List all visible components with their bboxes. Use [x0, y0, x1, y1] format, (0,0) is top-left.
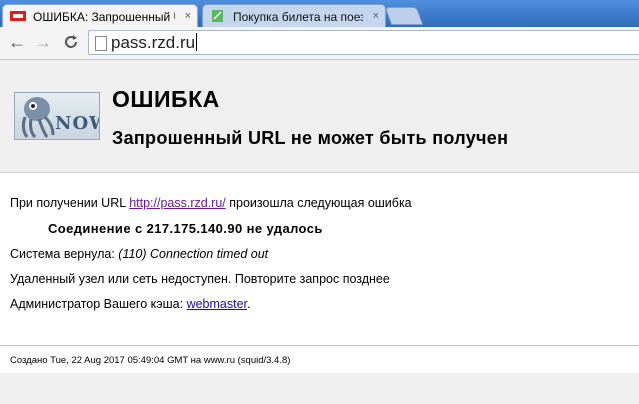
close-icon[interactable]: ×: [185, 6, 191, 26]
squid-icon: [21, 97, 55, 139]
back-button[interactable]: ←: [6, 31, 28, 53]
divider: [0, 345, 639, 346]
tab-title: ОШИБКА: Запрошенный URL: [33, 10, 175, 24]
tab-title: Покупка билета на поезд: [233, 10, 363, 24]
rzd-icon: [10, 11, 26, 21]
page-title: ОШИБКА: [112, 86, 220, 112]
reload-icon: [65, 35, 77, 48]
page-icon: [95, 36, 107, 51]
url-text: pass.rzd.ru: [111, 33, 198, 52]
system-message: Система вернула: (110) Connection timed …: [10, 247, 269, 261]
tab-ticket[interactable]: Покупка билета на поезд ×: [202, 4, 386, 27]
browser-toolbar: ← → pass.rzd.ru: [0, 27, 639, 60]
error-header: NOW ОШИБКА Запрошенный URL не может быть…: [0, 60, 639, 173]
host-unreachable-message: Удаленный узел или сеть недоступен. Повт…: [10, 272, 390, 286]
logo-text: NOW: [55, 113, 99, 134]
requested-url-link[interactable]: http://pass.rzd.ru/: [129, 196, 226, 210]
document-icon: [212, 10, 223, 22]
admin-contact: Администратор Вашего кэша: webmaster.: [10, 297, 251, 311]
tab-strip: ОШИБКА: Запрошенный URL × Покупка билета…: [0, 0, 639, 27]
error-intro: При получении URL http://pass.rzd.ru/ пр…: [10, 196, 412, 210]
forward-button[interactable]: →: [32, 31, 54, 53]
footer-band: [0, 373, 639, 404]
webmaster-link[interactable]: webmaster: [187, 297, 247, 311]
close-icon[interactable]: ×: [373, 6, 379, 26]
new-tab-button[interactable]: [384, 7, 424, 25]
error-message: Соединение с 217.175.140.90 не удалось: [48, 221, 323, 236]
page-subtitle: Запрошенный URL не может быть получен: [112, 128, 509, 148]
address-bar[interactable]: pass.rzd.ru: [88, 30, 639, 55]
reload-button[interactable]: [60, 31, 82, 53]
squid-logo: NOW: [14, 92, 100, 140]
tab-error[interactable]: ОШИБКА: Запрошенный URL ×: [2, 4, 198, 27]
footer-text: Создано Tue, 22 Aug 2017 05:49:04 GMT на…: [10, 355, 291, 366]
